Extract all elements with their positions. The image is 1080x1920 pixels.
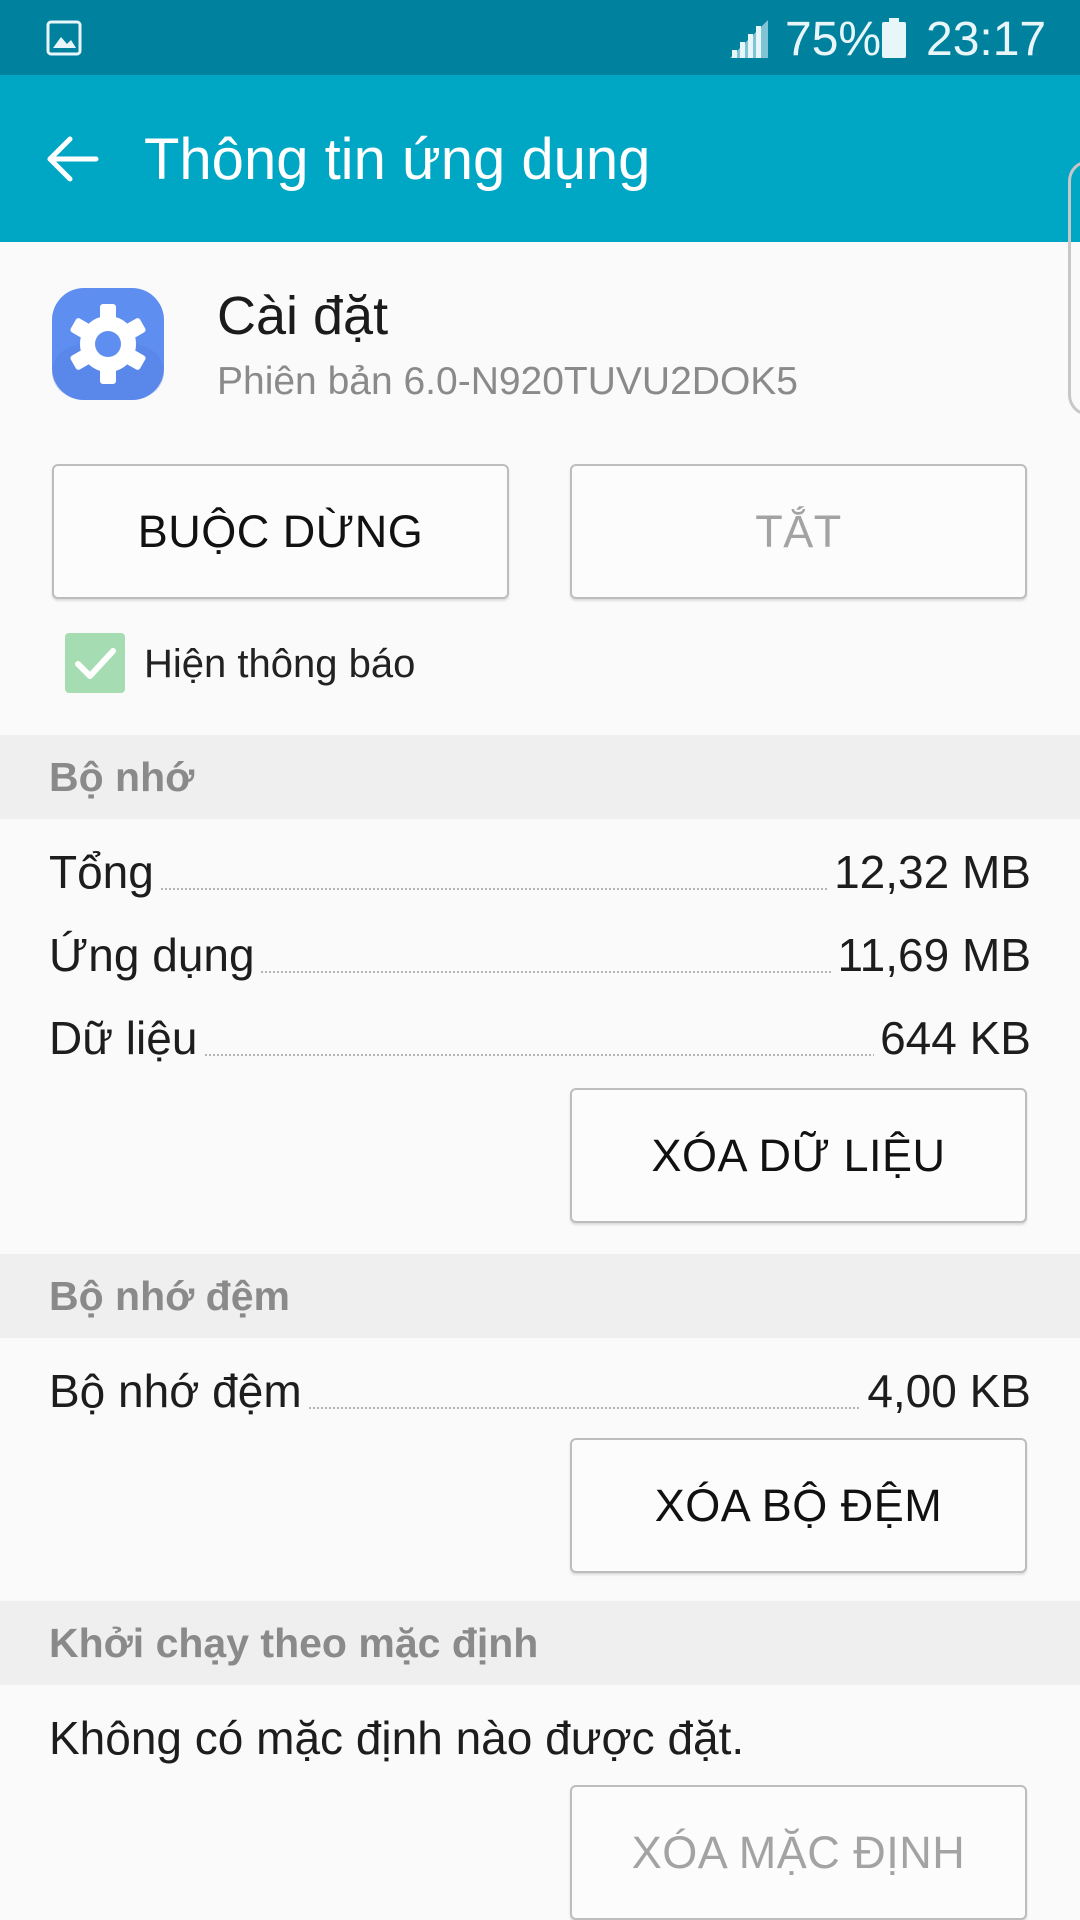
checkmark-icon [75,648,116,679]
storage-label: Tổng [49,842,160,902]
storage-value: 11,69 MB [831,925,1031,985]
section-title-storage: Bộ nhớ [49,754,195,800]
battery-percent: 75% [785,13,882,66]
no-defaults-text: Không có mặc định nào được đặt. [49,1712,745,1764]
show-notifications-checkbox[interactable] [65,633,125,693]
status-bar: 75% 23:17 [0,0,1080,75]
page-title: Thông tin ứng dụng [144,127,651,192]
section-header-launch-default: Khởi chạy theo mặc định [0,1601,1080,1685]
section-header-storage: Bộ nhớ [0,735,1080,819]
clear-cache-button[interactable]: XÓA BỘ ĐỆM [570,1438,1027,1573]
storage-label: Ứng dụng [49,925,261,985]
section-title-cache: Bộ nhớ đệm [49,1273,290,1319]
storage-row-app: Ứng dụng 11,69 MB [49,925,1031,985]
section-header-cache: Bộ nhớ đệm [0,1254,1080,1338]
show-notifications-label: Hiện thông báo [144,642,416,686]
app-name: Cài đặt [217,286,389,346]
battery-icon [882,18,906,58]
storage-value: 12,32 MB [828,842,1031,902]
storage-row-total: Tổng 12,32 MB [49,842,1031,902]
app-version: Phiên bản 6.0-N920TUVU2DOK5 [217,360,798,403]
clear-defaults-button[interactable]: XÓA MẶC ĐỊNH [570,1785,1027,1920]
force-stop-button[interactable]: BUỘC DỪNG [52,464,509,599]
app-bar: Thông tin ứng dụng [0,75,1080,242]
section-title-launch-default: Khởi chạy theo mặc định [49,1620,539,1666]
image-notification-icon [46,20,82,56]
cache-label: Bộ nhớ đệm [49,1361,308,1421]
storage-value: 644 KB [874,1008,1031,1068]
cache-row: Bộ nhớ đệm 4,00 KB [49,1361,1031,1421]
storage-row-data: Dữ liệu 644 KB [49,1008,1031,1068]
disable-button[interactable]: TẮT [570,464,1027,599]
cache-value: 4,00 KB [861,1361,1031,1421]
arrow-back-icon[interactable] [44,130,102,188]
storage-label: Dữ liệu [49,1008,204,1068]
edge-panel-handle[interactable] [1068,160,1080,416]
clock: 23:17 [926,13,1047,66]
signal-icon [730,20,768,58]
gear-icon [52,288,164,400]
clear-data-button[interactable]: XÓA DỮ LIỆU [570,1088,1027,1223]
